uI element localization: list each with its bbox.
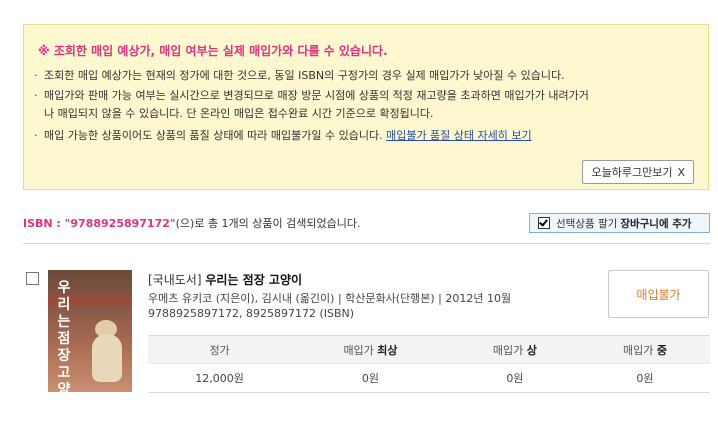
notice-line-3: · 매입 가능한 상품이어도 상품의 품질 상태에 따라 매입불가일 수 있습니다… [34,129,532,142]
select-checkbox[interactable] [26,272,39,285]
list-price: 12,000원 [148,363,292,393]
notice-line-2: · 매입가와 판매 가능 여부는 실시간으로 변경되므로 매장 방문 시점에 상품… [34,89,589,102]
book-meta: 우메츠 유키코 (지은이), 김시내 (옮긴이) | 학산문화사(단행본) | … [148,292,512,305]
cover-cat [92,334,122,382]
price-best: 0원 [291,363,450,393]
price-fair: 0원 [579,363,710,393]
result-count-text: (으)로 총 1개의 상품이 검색되었습니다. [175,217,361,230]
notice-line-2-cont: 나 매입되지 않을 수 있습니다. 단 온라인 매입은 접수완료 시간 기준으로… [44,107,434,120]
buy-unavailable-button[interactable]: 매입불가 [608,270,709,318]
divider [23,243,710,244]
price-header: 정가 [148,335,292,364]
hide-today-button[interactable]: 오늘하루그만보기 X [582,160,694,184]
book-isbn: 9788925897172, 8925897172 (ISBN) [148,307,355,320]
book-category: [국내도서] [148,273,202,287]
price-table: 정가 매입가 최상 매입가 상 매입가 중 12,000원 0원 0원 0원 [148,335,710,393]
hide-today-label: 오늘하루그만보기 [591,166,673,179]
isbn-query: ISBN : "9788925897172" [23,217,176,230]
notice-box: ※ 조회한 매입 예상가, 매입 여부는 실제 매입가와 다를 수 있습니다. … [23,24,709,190]
cart-button-bold: 장바구니에 추가 [620,217,692,230]
search-result-text: ISBN : "9788925897172"(으)로 총 1개의 상품이 검색되… [23,215,361,231]
add-to-cart-button[interactable]: 선택상품 팔기 장바구니에 추가 [529,213,710,233]
price-header: 매입가 최상 [291,335,450,364]
notice-line-1: · 조회한 매입 예상가는 현재의 정가에 대한 것으로, 동일 ISBN의 구정… [34,69,565,82]
book-cover[interactable]: 우리는점장고양이 [48,270,132,392]
book-title[interactable]: 우리는 점장 고양이 [205,273,302,287]
price-header: 매입가 상 [449,335,580,364]
checkbox-icon [538,217,550,229]
cart-button-label: 선택상품 팔기 [556,217,618,230]
notice-title: ※ 조회한 매입 예상가, 매입 여부는 실제 매입가와 다를 수 있습니다. [38,44,388,58]
book-title-line: [국내도서] 우리는 점장 고양이 [148,271,302,288]
close-icon: X [677,165,685,179]
table-row: 12,000원 0원 0원 0원 [148,363,710,393]
price-header: 매입가 중 [579,335,710,364]
cover-title: 우리는점장고양이 [57,280,71,392]
quality-detail-link[interactable]: 매입불가 품질 상태 자세히 보기 [386,129,532,142]
price-good: 0원 [449,363,580,393]
